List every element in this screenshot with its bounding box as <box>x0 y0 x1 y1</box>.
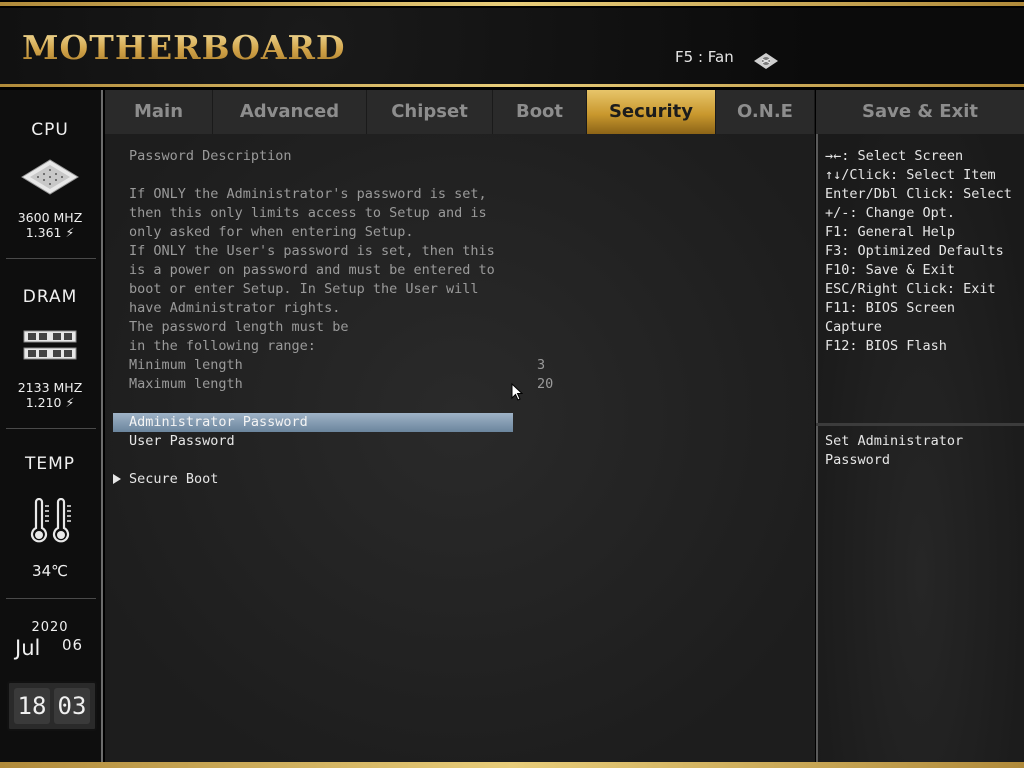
min-length-label: Minimum length <box>129 357 243 373</box>
temp-title: TEMP <box>24 454 76 474</box>
administrator-password-item[interactable]: Administrator Password <box>113 413 513 432</box>
help-key-line: +/-: Change Opt. <box>825 205 956 221</box>
date-year: 2020 <box>31 620 69 635</box>
cpu-title: CPU <box>31 120 69 140</box>
mouse-cursor-icon <box>511 383 523 401</box>
flip-clock: 18 03 <box>7 681 97 731</box>
cpu-chip-icon <box>21 159 79 195</box>
system-status-sidebar: CPU 3600 MHZ 1.361 ⚡ DRAM 2133 MHZ 1.210… <box>0 90 103 762</box>
description-line: in the following range: <box>129 338 316 354</box>
clock-hour: 18 <box>14 688 50 724</box>
tab-chipset[interactable]: Chipset <box>367 90 493 134</box>
user-password-item[interactable]: User Password <box>113 432 513 451</box>
description-line: The password length must be <box>129 319 349 335</box>
tab-security[interactable]: Security <box>587 90 716 134</box>
top-gold-border <box>0 2 1024 6</box>
max-length-value: 20 <box>537 376 554 392</box>
bottom-gold-border <box>0 762 1024 768</box>
dram-module-icon <box>23 330 77 360</box>
help-key-line: ESC/Right Click: Exit <box>825 281 996 297</box>
help-key-line: F1: General Help <box>825 224 956 240</box>
item-help-text: Set Administrator <box>825 433 964 449</box>
dram-title: DRAM <box>22 287 78 307</box>
header-gold-border <box>0 84 1024 87</box>
description-line: is a power on password and must be enter… <box>129 262 495 278</box>
description-line: then this only limits access to Setup an… <box>129 205 487 221</box>
min-length-value: 3 <box>537 357 546 373</box>
sidebar-divider <box>6 258 96 259</box>
description-line: boot or enter Setup. In Setup the User w… <box>129 281 479 297</box>
header-bar: MOTHERBOARD F5 : Fan <box>0 8 1024 84</box>
help-divider <box>816 423 1024 426</box>
help-key-line: Capture <box>825 319 882 335</box>
cpu-voltage: 1.361 ⚡ <box>25 225 75 240</box>
help-key-line: ↑↓/Click: Select Item <box>825 167 996 183</box>
secure-boot-submenu[interactable]: Secure Boot <box>113 470 513 489</box>
thermometer-icon <box>30 498 71 543</box>
tab-main[interactable]: Main <box>105 90 213 134</box>
page-heading: Password Description <box>129 148 292 164</box>
tab-one[interactable]: O.N.E <box>716 90 815 134</box>
help-key-line: →←: Select Screen <box>825 148 964 164</box>
description-line: If ONLY the Administrator's password is … <box>129 186 487 202</box>
description-line: only asked for when entering Setup. <box>129 224 414 240</box>
sidebar-divider <box>6 428 96 429</box>
brand-logo: MOTHERBOARD <box>22 28 346 67</box>
fan-icon[interactable] <box>752 52 780 70</box>
clock-minute: 03 <box>54 688 90 724</box>
help-key-line: F11: BIOS Screen <box>825 300 956 316</box>
max-length-label: Maximum length <box>129 376 243 392</box>
item-help-text: Password <box>825 452 891 468</box>
help-key-line: Enter/Dbl Click: Select <box>825 186 1012 202</box>
date-month: Jul <box>15 636 41 660</box>
temperature-value: 34℃ <box>32 562 68 580</box>
dram-frequency: 2133 MHZ <box>17 380 83 395</box>
cpu-frequency: 3600 MHZ <box>17 210 83 225</box>
sidebar-divider <box>6 598 96 599</box>
description-line: have Administrator rights. <box>129 300 341 316</box>
help-key-line: F3: Optimized Defaults <box>825 243 1004 259</box>
fan-hotkey-hint: F5 : Fan <box>675 48 734 66</box>
tab-advanced[interactable]: Advanced <box>213 90 367 134</box>
date-day: 06 <box>62 636 84 654</box>
menu-tab-bar: Main Advanced Chipset Boot Security O.N.… <box>105 90 815 134</box>
tab-save-exit[interactable]: Save & Exit <box>816 90 1024 134</box>
help-key-line: F12: BIOS Flash <box>825 338 947 354</box>
description-line: If ONLY the User's password is set, then… <box>129 243 495 259</box>
tab-boot[interactable]: Boot <box>493 90 587 134</box>
dram-voltage: 1.210 ⚡ <box>25 395 75 410</box>
help-key-line: F10: Save & Exit <box>825 262 956 278</box>
